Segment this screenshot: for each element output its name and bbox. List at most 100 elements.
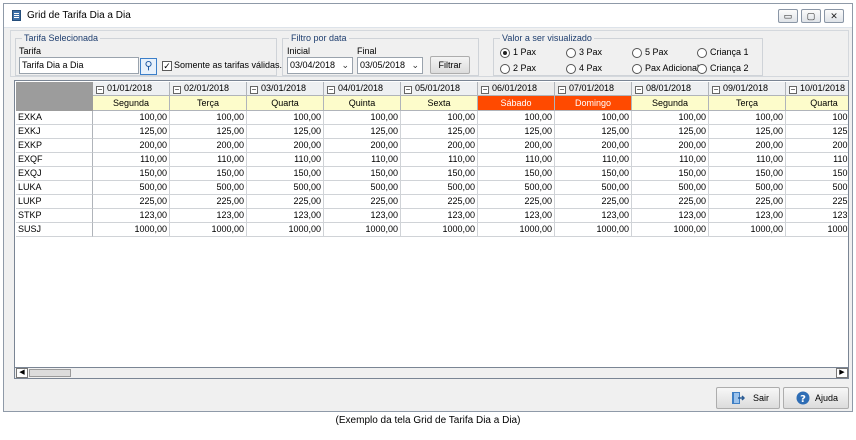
date-column-header[interactable]: −05/01/2018: [401, 82, 478, 96]
tariff-cell[interactable]: 110,00: [632, 153, 709, 167]
tariff-cell[interactable]: 100,00: [709, 111, 786, 125]
tariff-cell[interactable]: 125,00: [324, 125, 401, 139]
date-column-header[interactable]: −10/01/2018: [786, 82, 848, 96]
tariff-cell[interactable]: 110,00: [555, 153, 632, 167]
row-header[interactable]: LUKA: [16, 181, 93, 195]
radio-1-pax[interactable]: [500, 48, 510, 58]
tariff-cell[interactable]: 150,00: [93, 167, 170, 181]
tariff-cell[interactable]: 500,00: [170, 181, 247, 195]
row-header[interactable]: EXQF: [16, 153, 93, 167]
collapse-toggle-icon[interactable]: −: [789, 86, 797, 94]
tariff-cell[interactable]: 225,00: [786, 195, 848, 209]
tariff-cell[interactable]: 1000,00: [324, 223, 401, 237]
tariff-cell[interactable]: 500,00: [786, 181, 848, 195]
tariff-cell[interactable]: 150,00: [555, 167, 632, 181]
tariff-cell[interactable]: 200,00: [555, 139, 632, 153]
date-column-header[interactable]: −06/01/2018: [478, 82, 555, 96]
search-button[interactable]: ⚲: [140, 58, 157, 75]
collapse-toggle-icon[interactable]: −: [712, 86, 720, 94]
tariff-cell[interactable]: 225,00: [324, 195, 401, 209]
tariff-cell[interactable]: 150,00: [709, 167, 786, 181]
radio-5-pax[interactable]: [632, 48, 642, 58]
radio-2-pax[interactable]: [500, 64, 510, 74]
tariff-cell[interactable]: 110,00: [324, 153, 401, 167]
date-column-header[interactable]: −09/01/2018: [709, 82, 786, 96]
tariff-cell[interactable]: 125,00: [170, 125, 247, 139]
collapse-toggle-icon[interactable]: −: [173, 86, 181, 94]
collapse-toggle-icon[interactable]: −: [250, 86, 258, 94]
tariff-cell[interactable]: 500,00: [93, 181, 170, 195]
tariff-cell[interactable]: 110,00: [478, 153, 555, 167]
tariff-cell[interactable]: 1000,00: [555, 223, 632, 237]
tariff-grid[interactable]: −01/01/2018 Segunda −02/01/2018 Terça −03/01…: [14, 80, 849, 378]
tariff-cell[interactable]: 225,00: [555, 195, 632, 209]
tariff-cell[interactable]: 110,00: [170, 153, 247, 167]
tariff-cell[interactable]: 100,00: [478, 111, 555, 125]
tariff-cell[interactable]: 123,00: [93, 209, 170, 223]
close-button[interactable]: ✕: [824, 9, 844, 23]
tariff-cell[interactable]: 1000,00: [247, 223, 324, 237]
tariff-cell[interactable]: 225,00: [93, 195, 170, 209]
row-header[interactable]: STKP: [16, 209, 93, 223]
tariff-cell[interactable]: 123,00: [555, 209, 632, 223]
tariff-cell[interactable]: 125,00: [247, 125, 324, 139]
maximize-button[interactable]: ▢: [801, 9, 821, 23]
radio-3-pax[interactable]: [566, 48, 576, 58]
row-header[interactable]: EXKP: [16, 139, 93, 153]
row-header[interactable]: EXQJ: [16, 167, 93, 181]
valid-only-checkbox[interactable]: ✓: [162, 61, 172, 71]
radio-crianca-1[interactable]: [697, 48, 707, 58]
tariff-cell[interactable]: 150,00: [632, 167, 709, 181]
date-column-header[interactable]: −01/01/2018: [93, 82, 170, 96]
scroll-right-icon[interactable]: ▶: [836, 368, 848, 378]
tariff-cell[interactable]: 100,00: [401, 111, 478, 125]
tariff-cell[interactable]: 500,00: [324, 181, 401, 195]
tariff-cell[interactable]: 100,00: [324, 111, 401, 125]
date-column-header[interactable]: −07/01/2018: [555, 82, 632, 96]
scroll-thumb[interactable]: [29, 369, 71, 377]
tariff-cell[interactable]: 100,00: [555, 111, 632, 125]
start-date-combo[interactable]: 03/04/2018 ⌄: [287, 57, 353, 74]
tariff-cell[interactable]: 200,00: [786, 139, 848, 153]
tariff-cell[interactable]: 200,00: [247, 139, 324, 153]
tariff-cell[interactable]: 110,00: [401, 153, 478, 167]
tariff-cell[interactable]: 110,00: [786, 153, 848, 167]
tariff-cell[interactable]: 500,00: [247, 181, 324, 195]
tariff-cell[interactable]: 125,00: [478, 125, 555, 139]
tariff-cell[interactable]: 150,00: [324, 167, 401, 181]
date-column-header[interactable]: −08/01/2018: [632, 82, 709, 96]
tariff-cell[interactable]: 1000,00: [401, 223, 478, 237]
tariff-cell[interactable]: 200,00: [709, 139, 786, 153]
tariff-cell[interactable]: 125,00: [709, 125, 786, 139]
tariff-cell[interactable]: 123,00: [786, 209, 848, 223]
collapse-toggle-icon[interactable]: −: [481, 86, 489, 94]
tariff-cell[interactable]: 123,00: [632, 209, 709, 223]
tariff-cell[interactable]: 125,00: [93, 125, 170, 139]
tariff-cell[interactable]: 1000,00: [170, 223, 247, 237]
radio-crianca-2[interactable]: [697, 64, 707, 74]
exit-button[interactable]: Sair: [716, 387, 780, 409]
tariff-cell[interactable]: 1000,00: [632, 223, 709, 237]
collapse-toggle-icon[interactable]: −: [327, 86, 335, 94]
collapse-toggle-icon[interactable]: −: [404, 86, 412, 94]
tariff-cell[interactable]: 123,00: [401, 209, 478, 223]
radio-4-pax[interactable]: [566, 64, 576, 74]
tariff-cell[interactable]: 125,00: [401, 125, 478, 139]
tariff-cell[interactable]: 150,00: [478, 167, 555, 181]
tariff-cell[interactable]: 123,00: [709, 209, 786, 223]
tariff-cell[interactable]: 1000,00: [786, 223, 848, 237]
row-header[interactable]: EXKJ: [16, 125, 93, 139]
tariff-cell[interactable]: 123,00: [247, 209, 324, 223]
date-column-header[interactable]: −02/01/2018: [170, 82, 247, 96]
tariff-cell[interactable]: 225,00: [709, 195, 786, 209]
tariff-cell[interactable]: 150,00: [247, 167, 324, 181]
tariff-cell[interactable]: 200,00: [324, 139, 401, 153]
tariff-cell[interactable]: 500,00: [709, 181, 786, 195]
tariff-cell[interactable]: 500,00: [478, 181, 555, 195]
tariff-cell[interactable]: 150,00: [170, 167, 247, 181]
tariff-cell[interactable]: 225,00: [478, 195, 555, 209]
tariff-cell[interactable]: 225,00: [247, 195, 324, 209]
row-header[interactable]: LUKP: [16, 195, 93, 209]
row-header[interactable]: SUSJ: [16, 223, 93, 237]
tariff-cell[interactable]: 200,00: [632, 139, 709, 153]
